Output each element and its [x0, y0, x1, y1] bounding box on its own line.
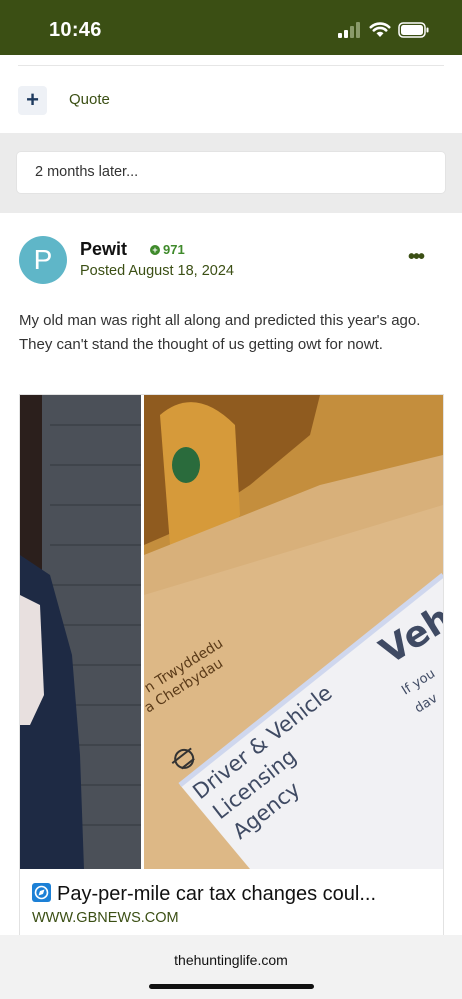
- wifi-icon: [369, 22, 391, 37]
- more-options-icon[interactable]: •••: [408, 247, 425, 267]
- link-title-text: Pay-per-mile car tax changes coul...: [57, 883, 377, 905]
- divider: [18, 65, 444, 66]
- time-separator-text: 2 months later...: [35, 164, 139, 180]
- post-body: My old man was right all along and predi…: [19, 312, 421, 353]
- time-separator-band: 2 months later...: [0, 133, 462, 213]
- battery-icon: [398, 22, 429, 38]
- browser-domain[interactable]: thehuntinglife.com: [0, 952, 462, 968]
- cellular-signal-icon: [338, 22, 360, 38]
- link-title[interactable]: Pay-per-mile car tax changes coul...: [32, 883, 376, 906]
- forum-post: P Pewit +971 Posted August 18, 2024 ••• …: [0, 213, 462, 937]
- link-preview-card[interactable]: Driver & Vehicle Licensing Agency Veh If…: [19, 394, 444, 937]
- quote-button[interactable]: Quote: [69, 91, 110, 108]
- plus-icon: +: [26, 87, 39, 112]
- home-indicator[interactable]: [149, 984, 314, 989]
- time-separator: 2 months later...: [17, 152, 445, 193]
- reputation-badge: +971: [150, 242, 185, 257]
- link-compass-icon: [32, 883, 51, 902]
- browser-bottom-bar: thehuntinglife.com: [0, 935, 462, 999]
- reputation-count: 971: [163, 242, 185, 257]
- link-preview-image: Driver & Vehicle Licensing Agency Veh If…: [20, 395, 443, 869]
- post-date[interactable]: Posted August 18, 2024: [80, 263, 234, 279]
- status-bar: 10:46: [0, 0, 462, 55]
- add-button[interactable]: +: [18, 86, 47, 115]
- post-actions: + Quote: [0, 55, 462, 133]
- link-url[interactable]: WWW.GBNEWS.COM: [32, 910, 179, 926]
- avatar[interactable]: P: [19, 236, 67, 284]
- status-time: 10:46: [49, 19, 102, 41]
- author-name[interactable]: Pewit: [80, 239, 127, 260]
- reputation-plus-icon: +: [150, 245, 160, 255]
